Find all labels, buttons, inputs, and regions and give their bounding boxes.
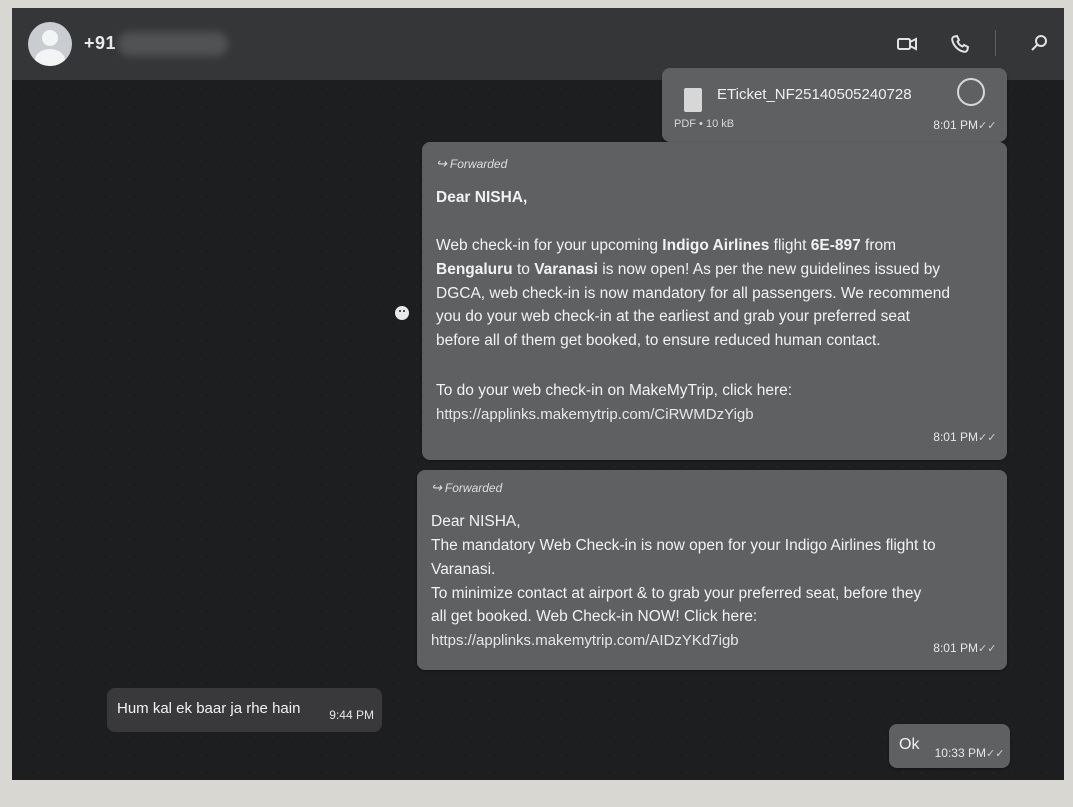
makemytrip-link-1[interactable]: https://applinks.makemytrip.com/CiRWMDzY… <box>436 403 991 426</box>
message-line: Dear NISHA, <box>431 513 521 530</box>
voice-call-icon[interactable] <box>948 32 972 56</box>
download-icon[interactable] <box>957 78 985 106</box>
message-line: To minimize contact at airport & to grab… <box>431 584 922 602</box>
contact-avatar[interactable] <box>28 22 72 66</box>
message-line: before all of them get booked, to ensure… <box>436 332 881 350</box>
message-line: To do your web check-in on MakeMyTrip, c… <box>436 382 793 400</box>
delivered-check-icon: ✓✓ <box>978 432 997 444</box>
message-line: DGCA, web check-in is now mandatory for … <box>436 284 951 302</box>
delivered-check-icon: ✓✓ <box>986 748 1005 760</box>
avatar-body-shape <box>35 49 65 66</box>
forwarded-message-2[interactable]: ↪ Forwarded Dear NISHA, The mandatory Web… <box>417 470 1007 670</box>
avatar-head-shape <box>42 30 58 46</box>
message-line: Varanasi. <box>431 560 496 578</box>
message-2-time: 8:01 PM✓✓ <box>933 641 997 655</box>
outgoing-ok-message[interactable]: Ok 10:33 PM✓✓ <box>889 724 1010 768</box>
chat-message-area[interactable]: ETicket_NF25140505240728 PDF • 10 kB 8:0… <box>12 68 1064 780</box>
message-greeting: Dear NISHA, <box>436 189 528 206</box>
pdf-file-icon <box>684 88 702 112</box>
delivered-check-icon: ✓✓ <box>978 120 997 132</box>
chat-window: +91 ETicket_NF25140505240728 PDF • 10 kB… <box>12 8 1064 780</box>
message-line: The mandatory Web Check-in is now open f… <box>431 536 936 554</box>
search-icon[interactable] <box>1027 32 1051 56</box>
makemytrip-link-2[interactable]: https://applinks.makemytrip.com/AIDzYKd7… <box>431 629 991 652</box>
pdf-message-bubble[interactable]: ETicket_NF25140505240728 PDF • 10 kB 8:0… <box>662 68 1007 142</box>
emoji-reaction-icon[interactable] <box>395 306 409 320</box>
forward-arrow-icon: ↪ <box>436 156 447 171</box>
message-line: you do your web check-in at the earliest… <box>436 308 910 326</box>
message-line: Web check-in for your upcoming Indigo Ai… <box>436 236 897 254</box>
forwarded-message-1[interactable]: ↪ Forwarded Dear NISHA, Web check-in for … <box>422 142 1007 460</box>
incoming-message-time: 9:44 PM <box>329 708 374 722</box>
pdf-filename[interactable]: ETicket_NF25140505240728 <box>717 86 912 103</box>
header-divider <box>995 30 996 56</box>
message-1-time: 8:01 PM✓✓ <box>933 430 997 444</box>
forward-arrow-icon: ↪ <box>431 480 442 495</box>
pdf-file-meta: PDF • 10 kB <box>674 118 735 130</box>
forwarded-label: ↪ Forwarded <box>436 156 508 171</box>
message-line: Bengaluru to Varanasi is now open! As pe… <box>436 260 941 278</box>
contact-number[interactable]: +91 <box>84 33 116 54</box>
message-line: all get booked. Web Check-in NOW! Click … <box>431 608 758 626</box>
delivered-check-icon: ✓✓ <box>978 643 997 655</box>
video-call-icon[interactable] <box>895 32 919 56</box>
redacted-contact-number <box>118 32 228 56</box>
incoming-message[interactable]: Hum kal ek baar ja rhe hain 9:44 PM <box>107 688 382 732</box>
outgoing-message-time: 10:33 PM✓✓ <box>934 746 1005 760</box>
forwarded-label: ↪ Forwarded <box>431 480 503 495</box>
pdf-message-time: 8:01 PM✓✓ <box>933 118 997 132</box>
